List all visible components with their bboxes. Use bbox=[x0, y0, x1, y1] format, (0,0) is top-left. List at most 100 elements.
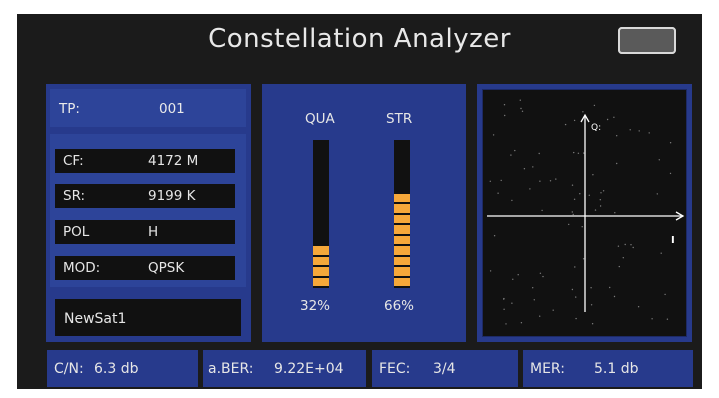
constellation-point bbox=[616, 162, 618, 165]
constellation-point bbox=[493, 235, 496, 237]
constellation-point bbox=[581, 226, 583, 228]
tp-label: TP: bbox=[59, 101, 80, 117]
constellation-point bbox=[539, 272, 542, 274]
constellation-point bbox=[503, 104, 506, 106]
tp-value: 001 bbox=[159, 101, 185, 117]
constellation-point bbox=[614, 212, 616, 214]
constellation-point bbox=[600, 192, 602, 194]
constellation-point bbox=[583, 152, 585, 154]
pol-value: H bbox=[148, 224, 159, 240]
pol-label: POL bbox=[63, 224, 90, 240]
mer-value: 5.1 db bbox=[594, 361, 639, 377]
constellation-point bbox=[599, 199, 601, 201]
fec-value: 3/4 bbox=[433, 361, 456, 377]
meter-segment bbox=[394, 225, 410, 234]
cn-value: 6.3 db bbox=[94, 361, 139, 377]
constellation-point bbox=[602, 190, 605, 192]
constellation-point bbox=[666, 318, 669, 320]
fec-status: FEC: 3/4 bbox=[372, 350, 518, 387]
constellation-point bbox=[539, 315, 541, 317]
constellation-point bbox=[632, 246, 634, 249]
i-axis-marker: I bbox=[671, 235, 675, 246]
constellation-point bbox=[669, 172, 672, 175]
sr-label: SR: bbox=[63, 188, 86, 204]
mod-label: MOD: bbox=[63, 260, 101, 276]
meter-segment bbox=[313, 267, 329, 276]
constellation-point bbox=[510, 154, 512, 156]
page-title: Constellation Analyzer bbox=[208, 24, 511, 54]
constellation-point bbox=[588, 194, 590, 196]
fec-label: FEC: bbox=[379, 361, 411, 377]
constellation-point bbox=[511, 199, 513, 202]
satellite-name-box[interactable]: NewSat1 bbox=[55, 299, 241, 336]
mer-label: MER: bbox=[530, 361, 565, 377]
constellation-point bbox=[573, 198, 576, 200]
cf-label: CF: bbox=[63, 153, 84, 169]
constellation-point bbox=[519, 99, 521, 101]
constellation-point bbox=[590, 287, 592, 289]
meter-segment bbox=[313, 246, 329, 255]
strength-percent: 66% bbox=[384, 298, 415, 314]
constellation-point bbox=[624, 243, 626, 246]
constellation-point bbox=[492, 134, 495, 136]
constellation-point bbox=[514, 149, 516, 152]
constellation-point bbox=[552, 309, 554, 311]
ber-value: 9.22E+04 bbox=[274, 361, 344, 377]
constellation-point bbox=[571, 211, 573, 213]
transponder-row[interactable]: TP: 001 bbox=[50, 89, 246, 127]
sr-value: 9199 K bbox=[148, 188, 196, 204]
constellation-points bbox=[489, 99, 672, 325]
constellation-point bbox=[613, 116, 615, 118]
constellation-point bbox=[564, 123, 567, 126]
modulation-row: MOD: QPSK bbox=[55, 256, 235, 280]
constellation-point bbox=[504, 114, 506, 117]
constellation-point bbox=[629, 129, 631, 131]
constellation-point bbox=[511, 302, 513, 304]
meter-segment bbox=[394, 277, 410, 286]
quality-percent: 32% bbox=[300, 298, 331, 314]
battery-terminal-icon bbox=[618, 27, 676, 54]
constellation-point bbox=[532, 287, 534, 289]
constellation-point bbox=[520, 107, 522, 110]
constellation-point bbox=[613, 295, 616, 298]
constellation-point bbox=[517, 274, 519, 276]
constellation-point bbox=[582, 111, 584, 113]
cf-value: 4172 M bbox=[148, 153, 199, 169]
constellation-point bbox=[592, 174, 594, 176]
meter-segment bbox=[394, 235, 410, 244]
meter-segment bbox=[394, 256, 410, 265]
constellation-point bbox=[593, 104, 596, 107]
constellation-point bbox=[572, 213, 574, 216]
ber-label: a.BER: bbox=[208, 361, 254, 377]
constellation-point bbox=[512, 278, 514, 280]
meter-segment bbox=[313, 256, 329, 265]
constellation-point bbox=[573, 151, 575, 154]
constellation-scope: Q: I bbox=[482, 89, 687, 337]
constellation-point bbox=[669, 142, 672, 144]
constellation-point bbox=[575, 317, 577, 320]
constellation-point bbox=[542, 275, 544, 278]
constellation-point bbox=[497, 192, 499, 194]
constellation-point bbox=[571, 184, 574, 186]
sr-row: SR: 9199 K bbox=[55, 184, 235, 208]
constellation-point bbox=[579, 193, 581, 195]
constellation-point bbox=[594, 209, 597, 211]
satellite-name: NewSat1 bbox=[64, 311, 127, 327]
constellation-point bbox=[571, 288, 574, 291]
meter-segment bbox=[394, 214, 410, 223]
meter-segment bbox=[394, 246, 410, 255]
polarization-row: POL H bbox=[55, 220, 235, 244]
meter-segment bbox=[394, 267, 410, 276]
constellation-point bbox=[555, 178, 557, 180]
meter-segment bbox=[394, 204, 410, 213]
cf-row: CF: 4172 M bbox=[55, 149, 235, 173]
quality-meter bbox=[313, 140, 329, 288]
constellation-point bbox=[521, 110, 524, 112]
constellation-point bbox=[651, 318, 653, 320]
constellation-point bbox=[582, 258, 585, 260]
constellation-point bbox=[574, 266, 576, 268]
constellation-point bbox=[523, 168, 526, 170]
constellation-point bbox=[568, 223, 570, 226]
constellation-point bbox=[532, 166, 534, 168]
meter-segment bbox=[313, 277, 329, 286]
